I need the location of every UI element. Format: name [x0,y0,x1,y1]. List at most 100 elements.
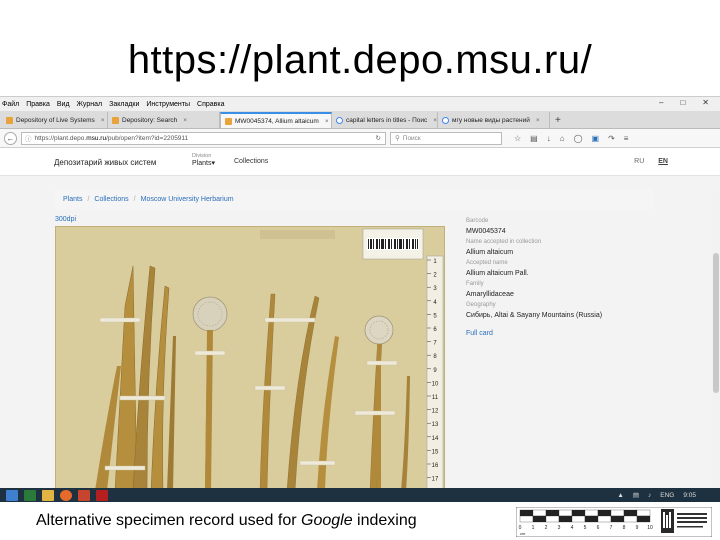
minimize-icon[interactable]: – [659,98,663,107]
collection-name-value: Allium altaicum [466,248,514,256]
page-scrollbar[interactable] [712,193,720,488]
scale-cell [532,515,547,523]
menu-bar: Файл Правка Вид Журнал Закладки Инструме… [0,97,720,111]
scale-cell [558,515,573,523]
scale-number: 8 [623,525,626,531]
powerpoint-icon[interactable] [78,489,90,501]
breadcrumb-separator: / [133,195,136,203]
tray-lang[interactable]: ENG [660,492,674,499]
tab-msu-new-species[interactable]: мгу новые виды растений × [438,112,550,128]
tab-capital-letters[interactable]: capital letters in titles - Поис × [332,112,438,128]
close-icon[interactable]: ✕ [702,98,709,107]
breadcrumb-herbarium[interactable]: Moscow University Herbarium [141,196,234,203]
tab-close-icon[interactable]: × [101,117,105,124]
lang-en[interactable]: EN [658,158,668,165]
geography-value: Сибирь, Altai & Sayany Mountains (Russia… [466,311,603,319]
tab-close-icon[interactable]: × [325,118,329,125]
geography-label: Geography [466,302,496,308]
maximize-icon[interactable]: □ [680,98,685,107]
menu-view[interactable]: Вид [57,101,70,108]
scale-number: 7 [610,525,613,531]
ruler-number: 10 [432,381,439,387]
scale-cell [558,509,573,517]
tab-bar: Depository of Live Systems × Depository:… [0,111,720,129]
back-icon[interactable]: ← [4,131,17,145]
specimen-image[interactable]: 1234567891011121314151617 [55,226,445,488]
dpi-link[interactable]: 300dpi [55,216,76,223]
nav-collections[interactable]: Collections [234,158,268,165]
scale-cell [571,509,586,517]
scale-cell [584,515,599,523]
share-icon[interactable]: ↷ [608,134,615,143]
tab-close-icon[interactable]: × [536,117,540,124]
menu-file[interactable]: Файл [2,101,19,108]
hamburger-menu-icon[interactable]: ≡ [624,134,629,143]
barcode-value: MW0045374 [466,227,506,235]
tab-close-icon[interactable]: × [433,117,437,124]
acrobat-icon[interactable] [96,489,108,501]
star-icon[interactable]: ☆ [514,134,521,143]
division-label: Division [192,153,212,159]
search-placeholder: Поиск [402,134,421,142]
file-explorer-icon[interactable] [42,489,54,501]
tab-label: MW0045374, Allium altaicum [235,117,319,125]
tab-depository-search[interactable]: Depository: Search × [108,112,220,128]
site-brand[interactable]: Депозитарий живых систем [54,158,156,167]
ruler-number: 12 [432,409,439,415]
home-icon[interactable]: ⌂ [560,134,565,143]
ruler-number: 13 [432,422,439,428]
division-dropdown[interactable]: Division Plants▾ [192,152,215,168]
ruler-number: 14 [432,436,439,442]
breadcrumb-collections[interactable]: Collections [94,196,128,203]
scale-number: 2 [545,525,548,531]
accepted-name-value: Allium altaicum Pall. [466,269,529,277]
lang-ru[interactable]: RU [634,158,644,165]
google-favicon-icon [336,116,343,124]
network-icon[interactable]: ▤ [633,491,639,499]
division-value: Plants [192,160,212,167]
menu-help[interactable]: Справка [197,101,224,108]
menu-history[interactable]: Журнал [77,101,103,108]
new-tab-button[interactable]: + [550,112,566,128]
menu-tools[interactable]: Инструменты [146,101,190,108]
scale-number: 6 [597,525,600,531]
menu-bookmarks[interactable]: Закладки [109,101,139,108]
scale-unit: cm [520,531,526,536]
tab-close-icon[interactable]: × [183,117,187,124]
printed-label [260,230,335,239]
tab-depository-live-systems[interactable]: Depository of Live Systems × [2,112,108,128]
ruler-number: 11 [432,395,439,401]
scrollbar-thumb[interactable] [713,253,719,393]
chevron-down-icon: ▾ [211,160,215,167]
google-favicon-icon [442,116,449,124]
start-icon[interactable] [6,489,18,501]
browser-window: Файл Правка Вид Журнал Закладки Инструме… [0,96,720,488]
tray-arrow-icon[interactable]: ▲ [617,492,623,499]
reading-list-icon[interactable]: ▤ [530,134,538,143]
pocket-icon[interactable]: ◯ [574,134,583,143]
scale-cell [571,515,586,523]
scale-cell [597,509,612,517]
reload-icon[interactable]: ↻ [376,134,381,142]
scale-number: 9 [636,525,639,531]
scale-cell [545,509,560,517]
menu-edit[interactable]: Правка [26,101,50,108]
scale-cell [610,509,625,517]
volume-icon[interactable]: ♪ [648,492,651,499]
tab-active-record[interactable]: MW0045374, Allium altaicum × [220,112,332,128]
full-card-link[interactable]: Full card [466,329,666,340]
breadcrumb-plants[interactable]: Plants [63,196,82,203]
slide: https://plant.depo.msu.ru/ Файл Правка В… [0,0,720,540]
tab-label: Depository of Live Systems [16,116,95,124]
scale-cell [597,515,612,523]
scale-number: 4 [571,525,574,531]
download-icon[interactable]: ↓ [547,134,551,143]
url-bar[interactable]: ⓘ https://plant.depo.msu.ru/pub/open?ite… [21,131,386,145]
excel-icon[interactable] [24,489,36,501]
site-header: Депозитарий живых систем Division Plants… [0,148,720,176]
search-input[interactable]: ⚲ Поиск [390,131,502,145]
firefox-icon[interactable] [60,489,72,501]
extension-icon[interactable]: ▣ [592,134,600,143]
slide-caption: Alternative specimen record used for Goo… [36,512,417,529]
breadcrumb-separator: / [87,195,90,203]
